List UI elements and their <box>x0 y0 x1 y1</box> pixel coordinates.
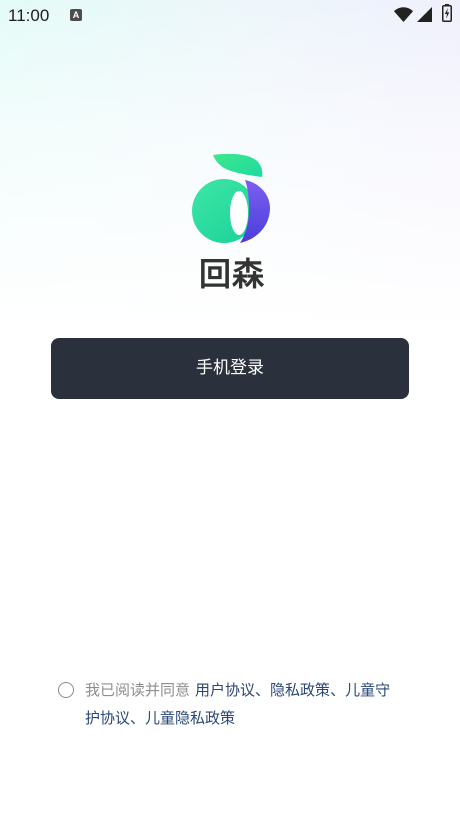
logo-leaf <box>213 153 263 177</box>
agreement-separator: 、 <box>330 681 346 699</box>
phone-login-button[interactable]: 手机登录 <box>51 338 409 399</box>
agreement-radio[interactable] <box>58 682 74 698</box>
agreement-prefix: 我已阅读并同意 <box>85 681 191 699</box>
app-name: 回森 <box>198 255 265 293</box>
wifi-shape <box>394 7 413 22</box>
login-screen: 11:00 A 回森 手机登录 我已阅读并同意 用户协议、隐私政策、儿童守护协议… <box>0 0 460 819</box>
battery-bolt <box>444 8 450 19</box>
notification-badge-letter: A <box>72 10 80 20</box>
user-agreement-link[interactable]: 用户协议 <box>195 681 255 699</box>
logo-hole <box>230 191 248 235</box>
child-privacy-policy-link[interactable]: 儿童隐私政策 <box>145 709 235 727</box>
agreement-text: 我已阅读并同意 用户协议、隐私政策、儿童守护协议、儿童隐私政策 <box>85 676 397 732</box>
cell-signal-icon <box>417 7 432 22</box>
wifi-icon <box>394 7 413 22</box>
a-notification-icon: A <box>70 9 82 21</box>
phone-login-label: 手机登录 <box>196 358 264 378</box>
huisen-logo-icon <box>192 153 270 243</box>
privacy-policy-link[interactable]: 隐私政策 <box>270 681 330 699</box>
agreement-separator: 、 <box>130 709 146 727</box>
signal-shape <box>417 7 432 22</box>
status-bar: 11:00 A <box>0 0 460 28</box>
agreement-separator: 、 <box>255 681 271 699</box>
battery-charging-icon <box>442 4 452 22</box>
status-time: 11:00 <box>8 6 50 25</box>
